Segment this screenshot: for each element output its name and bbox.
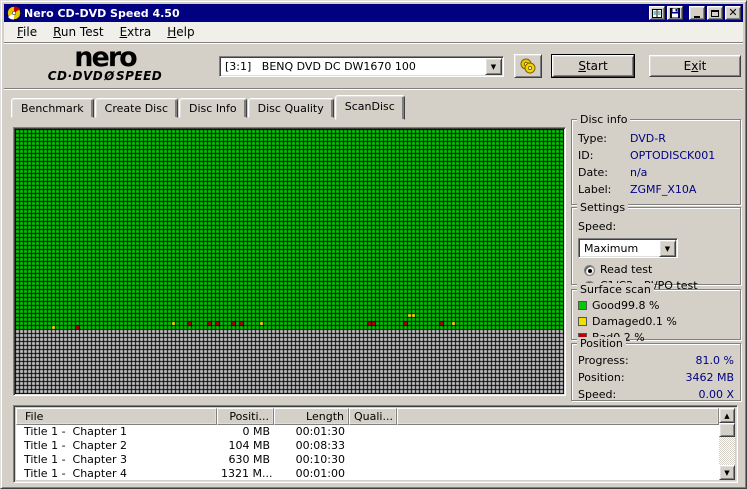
- save-button[interactable]: [667, 6, 683, 20]
- table-row[interactable]: Title 1 - Chapter 2 104 MB 00:08:33: [16, 439, 719, 453]
- header-filler: [397, 408, 719, 425]
- drive-select-value: [3:1] BENQ DVD DC DW1670 100: [225, 60, 416, 73]
- speed-row: Speed: 0.00 X: [578, 388, 734, 401]
- disc-label-value: ZGMF_X10A: [630, 183, 697, 196]
- tab-disc-info[interactable]: Disc Info: [179, 98, 247, 118]
- speed-select-dropdown-button[interactable]: ▼: [659, 240, 676, 257]
- settings-legend: Settings: [577, 201, 629, 214]
- discs-icon: [520, 58, 536, 74]
- read-test-label: Read test: [600, 263, 653, 276]
- close-icon: ✕: [728, 6, 738, 19]
- book-icon: [652, 8, 662, 18]
- scan-grid-canvas: [15, 129, 564, 394]
- disc-info-legend: Disc info: [577, 113, 631, 126]
- close-button[interactable]: ✕: [725, 6, 741, 20]
- report-button[interactable]: [649, 6, 665, 20]
- speed-label: Speed:: [578, 220, 617, 233]
- window-title: Nero CD-DVD Speed 4.50: [24, 6, 180, 20]
- maximize-button[interactable]: [707, 6, 723, 20]
- speed-select[interactable]: Maximum ▼: [578, 238, 678, 258]
- file-table-header: File Positi... Length Quali...: [16, 408, 719, 425]
- menu-file[interactable]: File: [9, 23, 45, 41]
- drive-select[interactable]: [3:1] BENQ DVD DC DW1670 100 ▼: [219, 56, 504, 77]
- tabstrip: Benchmark Create Disc Disc Info Disc Qua…: [11, 93, 743, 120]
- start-button[interactable]: Start: [551, 54, 635, 78]
- tab-benchmark[interactable]: Benchmark: [11, 98, 94, 118]
- menubar: File Run Test Extra Help: [4, 22, 743, 43]
- disc-type-row: Type: DVD-R: [578, 132, 666, 145]
- chevron-down-icon: ▼: [490, 62, 497, 71]
- header-file[interactable]: File: [16, 408, 217, 425]
- read-test-radio-row[interactable]: Read test: [578, 262, 734, 278]
- table-row[interactable]: Title 1 - Chapter 4 1321 M... 00:01:00: [16, 467, 719, 480]
- position-legend: Position: [577, 337, 626, 350]
- logo-disc-glyph: Ø: [103, 69, 117, 83]
- header-length[interactable]: Length: [274, 408, 349, 425]
- scroll-up-button[interactable]: ▲: [719, 408, 735, 423]
- exit-button[interactable]: Exit: [649, 55, 741, 77]
- file-table-panel: File Positi... Length Quali... Title 1 -…: [13, 405, 738, 483]
- eject-disc-button[interactable]: [514, 54, 542, 78]
- progress-value: 81.0 %: [695, 354, 734, 367]
- disc-type-value: DVD-R: [630, 132, 666, 145]
- drive-select-dropdown-button[interactable]: ▼: [485, 58, 502, 75]
- app-window: Nero CD-DVD Speed 4.50 ✕ File Run Test E…: [0, 0, 747, 489]
- menu-extra[interactable]: Extra: [112, 23, 160, 41]
- position-row: Position: 3462 MB: [578, 371, 734, 384]
- arrow-down-icon: ▼: [724, 468, 730, 477]
- nero-logo-text: nero: [74, 42, 137, 73]
- surface-scan-group: Surface scan Good99.8 % Damaged0.1 % Bad…: [571, 283, 741, 344]
- disc-date-value: n/a: [630, 166, 648, 179]
- cdtvd-speed-logo-text: CD·DVDØSPEED: [47, 69, 163, 83]
- surface-scan-legend: Surface scan: [577, 283, 654, 296]
- damaged-swatch: [578, 317, 587, 326]
- disc-label-row: Label: ZGMF_X10A: [578, 183, 697, 196]
- scan-surface-panel: [13, 127, 566, 396]
- titlebar: Nero CD-DVD Speed 4.50 ✕: [4, 4, 743, 22]
- good-swatch: [578, 301, 587, 310]
- arrow-up-icon: ▲: [724, 411, 730, 420]
- table-scrollbar[interactable]: ▲ ▼: [719, 408, 735, 480]
- good-percent: 99.8 %: [620, 299, 660, 312]
- app-disc-icon: [7, 6, 21, 20]
- maximize-icon: [711, 9, 719, 17]
- table-row[interactable]: Title 1 - Chapter 10 MB 00:01:30: [16, 425, 719, 439]
- header-position[interactable]: Positi...: [217, 408, 274, 425]
- scroll-down-button[interactable]: ▼: [719, 465, 735, 480]
- speed-value: 0.00 X: [698, 388, 734, 401]
- disc-id-row: ID: OPTODISCK001: [578, 149, 716, 162]
- damaged-row: Damaged 0.1 %: [578, 314, 734, 330]
- speed-select-value: Maximum: [584, 242, 639, 255]
- tab-scandisc[interactable]: ScanDisc: [334, 95, 405, 120]
- minimize-icon: [694, 15, 700, 18]
- settings-group: Settings Speed: Maximum ▼ Read test C1/C…: [571, 201, 741, 292]
- position-value: 3462 MB: [685, 371, 734, 384]
- menu-help[interactable]: Help: [159, 23, 202, 41]
- position-group: Position Progress: 81.0 % Position: 3462 M…: [571, 337, 741, 401]
- disc-id-value: OPTODISCK001: [630, 149, 716, 162]
- tab-create-disc[interactable]: Create Disc: [94, 98, 179, 118]
- floppy-disk-icon: [670, 8, 680, 18]
- minimize-button[interactable]: [689, 6, 705, 20]
- file-table: File Positi... Length Quali... Title 1 -…: [16, 408, 719, 480]
- read-test-radio[interactable]: [584, 264, 595, 276]
- table-row[interactable]: Title 1 - Chapter 3 630 MB 00:10:30: [16, 453, 719, 467]
- scrollbar-thumb[interactable]: [719, 423, 735, 437]
- nero-logo: nero CD·DVDØSPEED: [30, 42, 180, 83]
- disc-date-row: Date: n/a: [578, 166, 648, 179]
- header-quality[interactable]: Quali...: [349, 408, 397, 425]
- menu-run-test[interactable]: Run Test: [45, 23, 111, 41]
- progress-row: Progress: 81.0 %: [578, 354, 734, 367]
- toolbar: nero CD·DVDØSPEED [3:1] BENQ DVD DC DW16…: [4, 44, 743, 89]
- chevron-down-icon: ▼: [664, 244, 671, 253]
- damaged-percent: 0.1 %: [645, 315, 677, 328]
- disc-info-group: Disc info Type: DVD-R ID: OPTODISCK001 Dat…: [571, 113, 741, 205]
- tab-disc-quality[interactable]: Disc Quality: [247, 98, 334, 118]
- good-row: Good 99.8 %: [578, 298, 734, 314]
